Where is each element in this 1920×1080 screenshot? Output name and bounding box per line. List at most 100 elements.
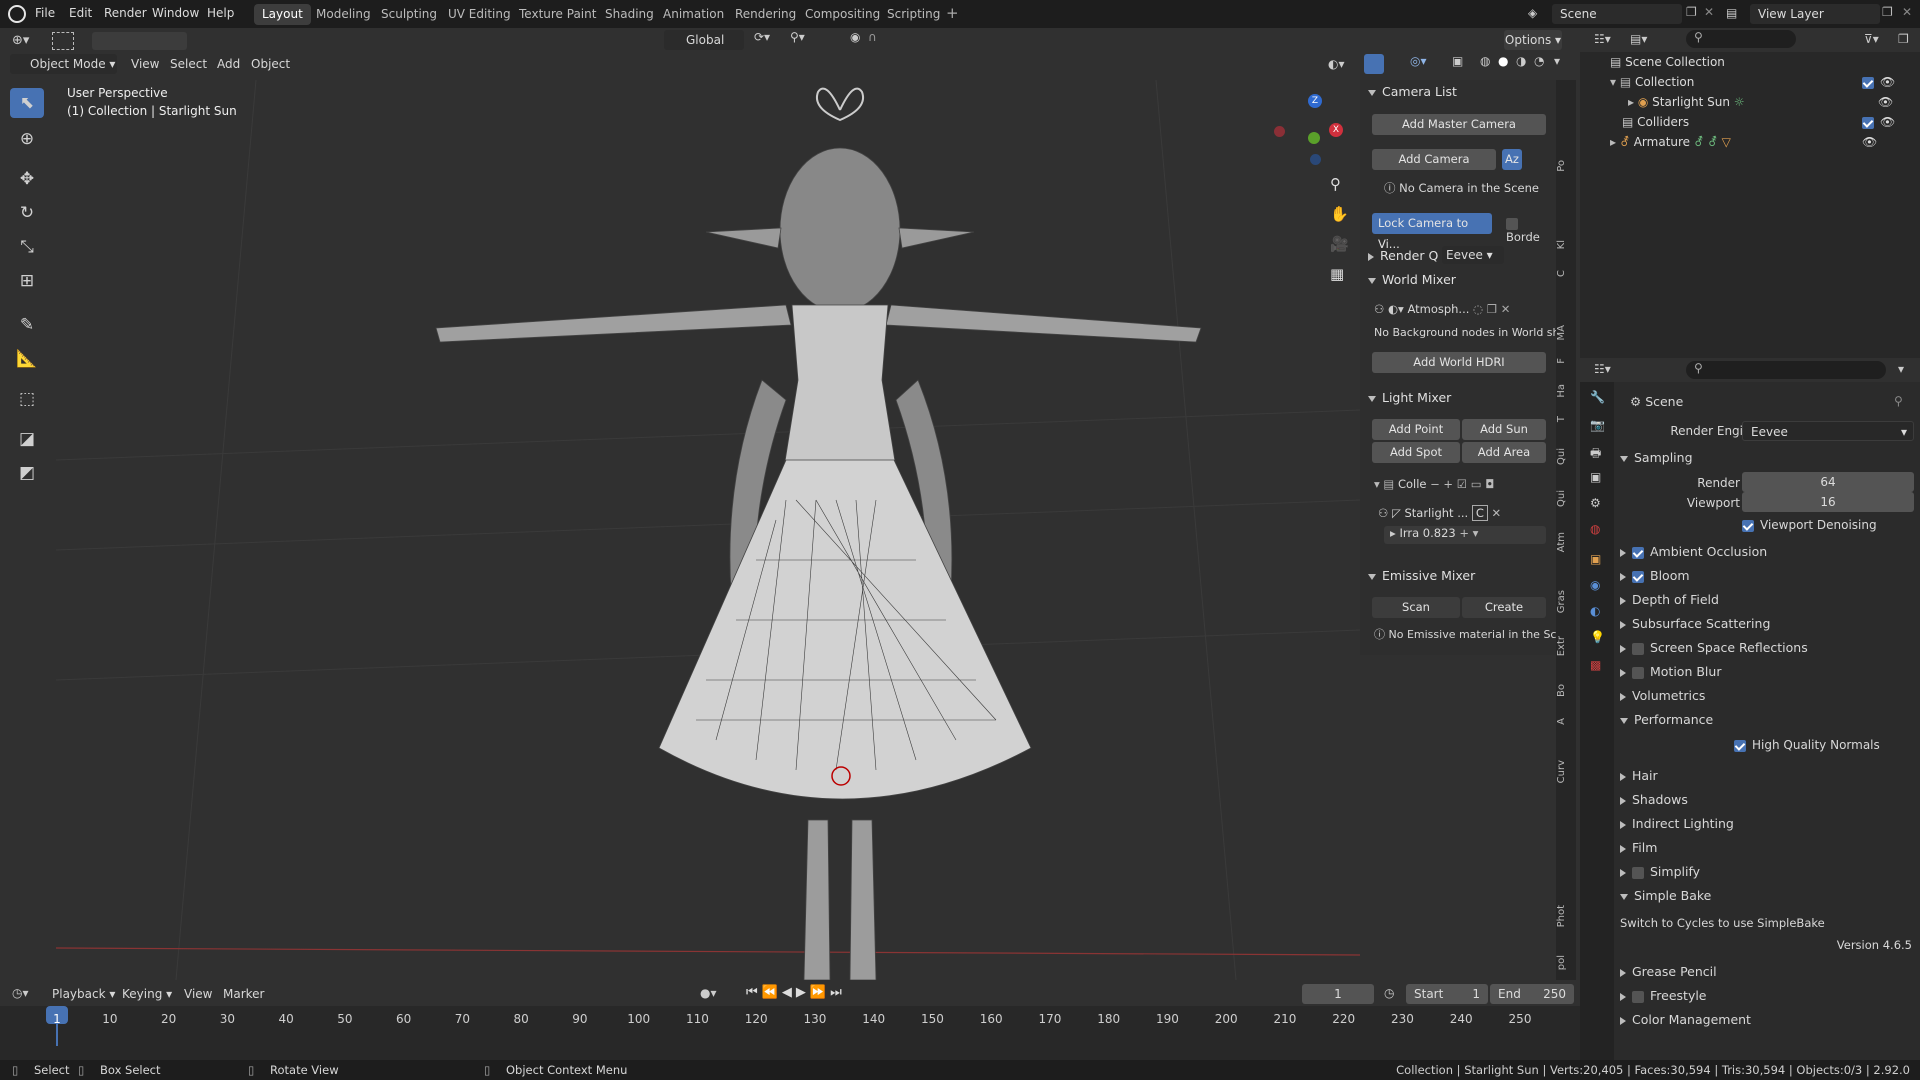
emissive-mixer-header[interactable]: Emissive Mixer bbox=[1368, 568, 1475, 583]
pin-icon[interactable]: ⚲ bbox=[1894, 394, 1903, 408]
keying-menu[interactable]: Keying ▾ bbox=[122, 987, 172, 1001]
high-quality-normals-checkbox[interactable]: High Quality Normals bbox=[1734, 738, 1880, 752]
add-point-button[interactable]: Add Point bbox=[1372, 419, 1460, 440]
object-menu[interactable]: Object bbox=[251, 57, 290, 71]
section-hair[interactable]: Hair bbox=[1620, 768, 1658, 783]
viewport-samples-field[interactable]: 16 bbox=[1742, 492, 1914, 512]
section-motion-blur[interactable]: Motion Blur bbox=[1620, 664, 1721, 679]
simple-bake-header[interactable]: Simple Bake bbox=[1620, 888, 1711, 903]
light-color-button[interactable]: C bbox=[1471, 505, 1488, 521]
menu-window[interactable]: Window bbox=[152, 6, 199, 20]
preview-range-icon[interactable]: ◷ bbox=[1384, 986, 1394, 1000]
shading-options-icon[interactable]: ▾ bbox=[1554, 54, 1560, 68]
scan-button[interactable]: Scan bbox=[1372, 597, 1460, 618]
output-tab-icon[interactable]: 🖶 bbox=[1590, 444, 1601, 465]
y-axis-icon[interactable] bbox=[1308, 132, 1320, 144]
playback-controls[interactable]: ⏮⏪◀▶⏩⏭ bbox=[746, 985, 846, 1000]
material-shading-icon[interactable]: ◑ bbox=[1516, 54, 1526, 68]
transform-tool-icon[interactable]: ⊞ bbox=[10, 266, 44, 296]
world-tab-icon[interactable]: ◍ bbox=[1590, 522, 1600, 536]
tab-layout[interactable]: Layout bbox=[254, 4, 311, 25]
measure-tool-icon[interactable]: 📐 bbox=[10, 344, 44, 374]
add-workspace-icon[interactable]: + bbox=[946, 4, 959, 22]
add-spot-button[interactable]: Add Spot bbox=[1372, 442, 1460, 463]
modifier-tab-icon[interactable]: ◉ bbox=[1590, 578, 1600, 592]
zoom-icon[interactable]: ⚲ bbox=[1330, 175, 1341, 193]
tab-rendering[interactable]: Rendering bbox=[727, 4, 804, 25]
border-checkbox[interactable]: Borde bbox=[1506, 216, 1556, 244]
sidebar-tab[interactable]: Bo bbox=[1556, 684, 1572, 697]
timeline-view-menu[interactable]: View bbox=[184, 987, 212, 1001]
performance-header[interactable]: Performance bbox=[1620, 712, 1713, 727]
world-selector[interactable]: ⚇ ◐▾ Atmosph... ◌ ❐ ✕ bbox=[1374, 302, 1546, 322]
tool-tab-icon[interactable]: 🔧 bbox=[1590, 390, 1605, 404]
add-sun-button[interactable]: Add Sun bbox=[1462, 419, 1546, 440]
light-item-row[interactable]: ⚇ ◸ Starlight ... C ✕ bbox=[1378, 505, 1546, 521]
sort-az-button[interactable]: Az bbox=[1502, 149, 1522, 170]
tab-shading[interactable]: Shading bbox=[597, 4, 662, 25]
keyframe-record-icon[interactable]: ●▾ bbox=[700, 986, 717, 1000]
render-engine-quick-dropdown[interactable]: Eevee ▾ bbox=[1442, 246, 1504, 264]
texture-tab-icon[interactable]: ▩ bbox=[1590, 658, 1601, 672]
scene-browse-icon[interactable]: ◈ bbox=[1528, 6, 1537, 20]
tab-sculpting[interactable]: Sculpting bbox=[373, 4, 445, 25]
sidebar-tab[interactable]: F bbox=[1556, 358, 1572, 364]
move-tool-icon[interactable]: ✥ bbox=[10, 164, 44, 194]
select-mode-buttons[interactable] bbox=[92, 32, 187, 50]
properties-editor-type-icon[interactable]: ☷▾ bbox=[1594, 362, 1611, 376]
section-volumetrics[interactable]: Volumetrics bbox=[1620, 688, 1705, 703]
properties-options-icon[interactable]: ▾ bbox=[1898, 362, 1904, 376]
irradiance-field[interactable]: ▸ Irra 0.823 + ▾ bbox=[1384, 526, 1546, 544]
select-tool-icon[interactable]: ⬉ bbox=[10, 88, 44, 118]
filter-icon[interactable]: ⊽▾ bbox=[1864, 32, 1879, 46]
add-cube-tool-icon[interactable]: ⬚ bbox=[10, 384, 44, 414]
x-axis-icon[interactable]: X bbox=[1329, 123, 1343, 137]
light-mixer-header[interactable]: Light Mixer bbox=[1368, 390, 1451, 405]
render-tab-icon[interactable]: 📷 bbox=[1590, 418, 1605, 432]
neg-z-axis-icon[interactable] bbox=[1310, 154, 1321, 165]
sidebar-tab[interactable]: Ha bbox=[1556, 384, 1572, 398]
sidebar-tab[interactable]: Gras bbox=[1556, 590, 1572, 613]
viewport-3d[interactable]: User Perspective (1) Collection | Starli… bbox=[56, 80, 1360, 980]
tab-scripting[interactable]: Scripting bbox=[879, 4, 948, 25]
outliner-search-input[interactable]: ⚲ bbox=[1686, 30, 1796, 48]
transform-orientation-dropdown[interactable]: Global bbox=[664, 30, 744, 50]
ortho-toggle-icon[interactable]: ▦ bbox=[1330, 265, 1344, 283]
playback-menu[interactable]: Playback ▾ bbox=[52, 987, 115, 1001]
solid-shading-icon[interactable]: ● bbox=[1498, 54, 1508, 68]
outliner-row[interactable]: ▤ Scene Collection bbox=[1610, 55, 1725, 69]
section-bloom[interactable]: Bloom bbox=[1620, 568, 1690, 583]
pivot-icon[interactable]: ⟳▾ bbox=[754, 30, 770, 44]
cursor-tool-icon[interactable]: ⊕ bbox=[10, 124, 44, 154]
data-tab-icon[interactable]: 💡 bbox=[1590, 630, 1605, 644]
light-collection-row[interactable]: ▾ ▤ Colle − + ☑ ▭ ◘ bbox=[1374, 477, 1494, 491]
outliner-row[interactable]: ▤ Colliders 👁 bbox=[1622, 115, 1910, 129]
camera-view-icon[interactable]: 🎥 bbox=[1330, 235, 1349, 253]
section-ssr[interactable]: Screen Space Reflections bbox=[1620, 640, 1808, 655]
sidebar-tab[interactable]: T bbox=[1556, 416, 1572, 422]
sidebar-tab[interactable]: C bbox=[1556, 270, 1572, 277]
new-view-layer-icon[interactable]: ❐ bbox=[1882, 5, 1893, 19]
rendered-shading-icon[interactable]: ◔ bbox=[1534, 54, 1544, 68]
annotate-tool-icon[interactable]: ✎ bbox=[10, 310, 44, 340]
new-collection-icon[interactable]: ❐ bbox=[1898, 32, 1909, 46]
sidebar-tab[interactable]: A bbox=[1556, 718, 1572, 725]
section-simplify[interactable]: Simplify bbox=[1620, 864, 1700, 879]
add-area-button[interactable]: Add Area bbox=[1462, 442, 1546, 463]
delete-view-layer-icon[interactable]: ✕ bbox=[1902, 5, 1912, 19]
section-grease-pencil[interactable]: Grease Pencil bbox=[1620, 964, 1717, 979]
visibility-icon[interactable]: ◐▾ bbox=[1328, 57, 1345, 71]
sidebar-tab[interactable]: Po bbox=[1556, 160, 1572, 172]
mode-dropdown[interactable]: Object Mode ▾ bbox=[10, 54, 117, 74]
sidebar-tab[interactable]: MA bbox=[1556, 325, 1572, 340]
section-shadows[interactable]: Shadows bbox=[1620, 792, 1688, 807]
start-frame-field[interactable]: Start 1 bbox=[1406, 984, 1488, 1004]
delete-scene-icon[interactable]: ✕ bbox=[1704, 5, 1714, 19]
section-color-management[interactable]: Color Management bbox=[1620, 1012, 1751, 1027]
add-master-camera-button[interactable]: Add Master Camera bbox=[1372, 114, 1546, 135]
extra-tool-2-icon[interactable]: ◩ bbox=[10, 458, 44, 488]
view-layer-browse-icon[interactable]: ▤ bbox=[1726, 6, 1737, 20]
z-axis-icon[interactable]: Z bbox=[1308, 94, 1322, 108]
scene-tab-icon[interactable]: ⚙ bbox=[1590, 496, 1601, 510]
outliner-editor-type-icon[interactable]: ☷▾ bbox=[1594, 32, 1611, 46]
